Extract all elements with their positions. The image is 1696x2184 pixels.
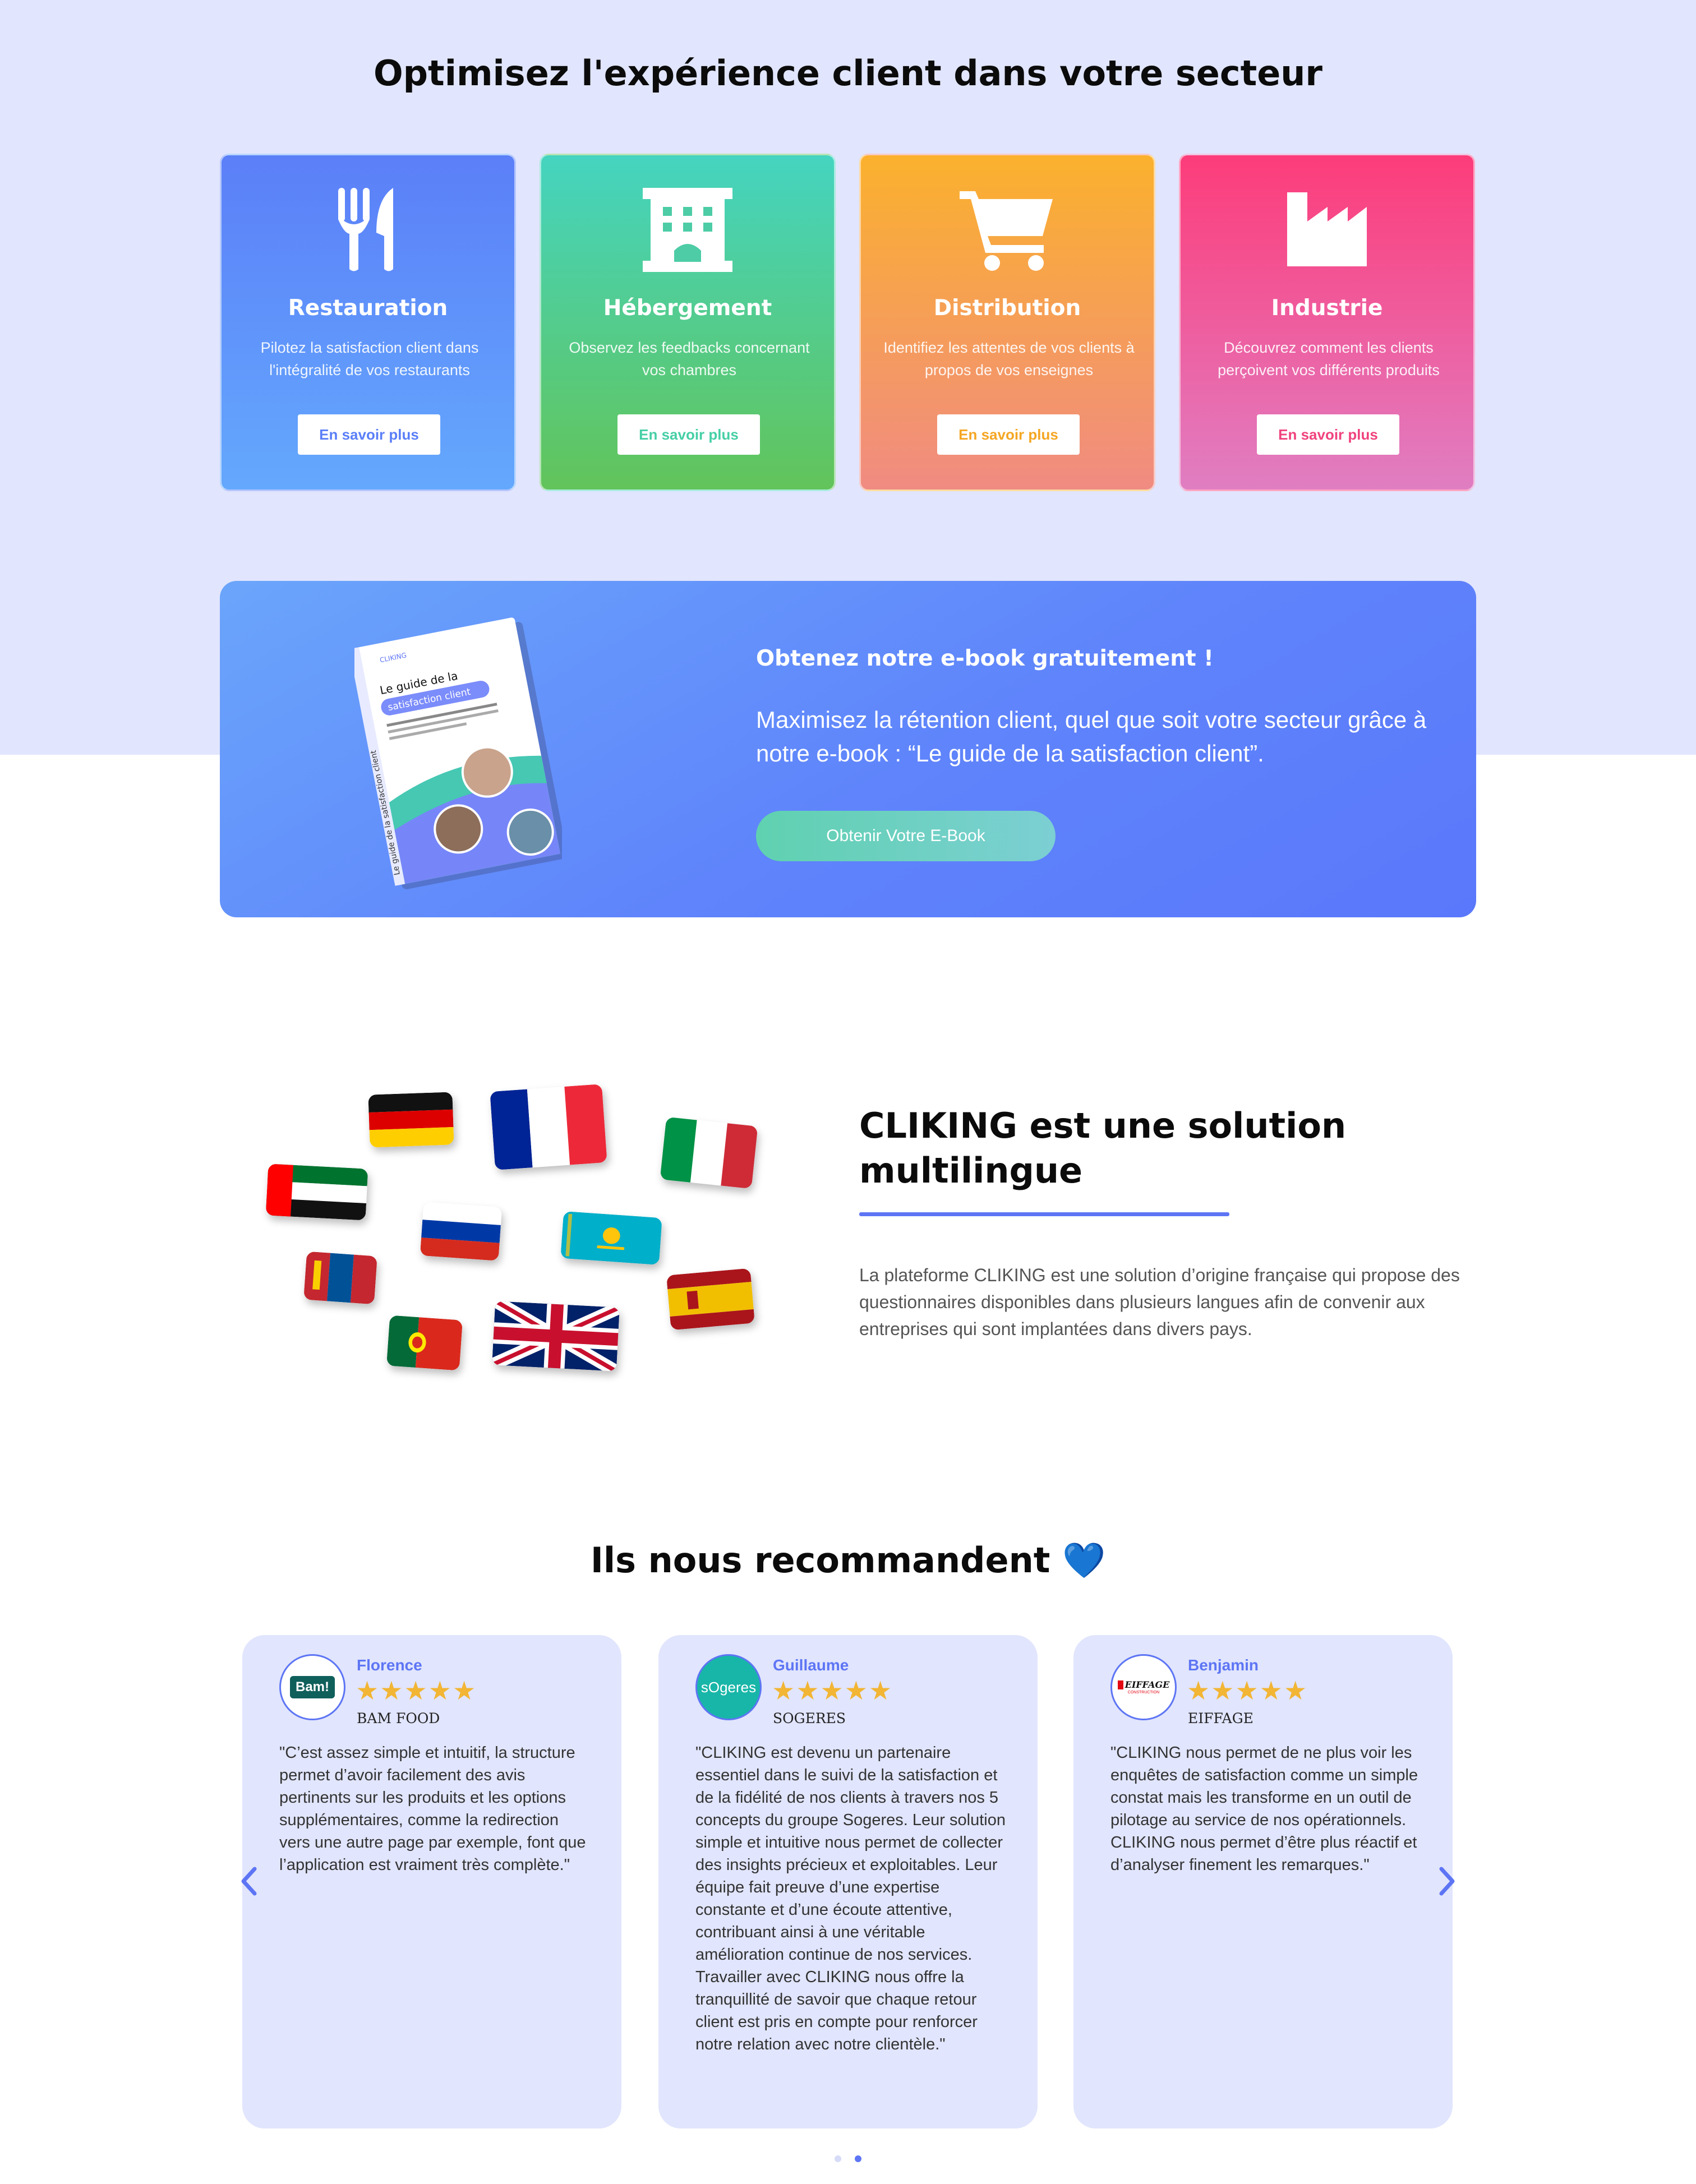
card-description: Observez les feedbacks concernant vos ch…: [569, 339, 810, 378]
sector-card-distribution[interactable]: Distribution Identifiez les attentes de …: [859, 154, 1155, 491]
flag-russia-icon: [420, 1202, 503, 1261]
reviews-title: Ils nous recommandent 💙: [0, 1540, 1696, 1581]
star-rating-icon: ★★★★★: [356, 1676, 477, 1705]
card-title: Restauration: [288, 295, 448, 321]
factory-icon: [1181, 188, 1473, 272]
title-underline: [859, 1212, 1229, 1216]
review-card: sOgeres Guillaume ★★★★★ SOGERES "CLIKING…: [658, 1635, 1038, 2128]
carousel-dot-active[interactable]: [855, 2155, 861, 2162]
hotel-icon: [541, 188, 834, 272]
blue-heart-icon: 💙: [1062, 1540, 1106, 1581]
review-card: Bam! Florence ★★★★★ BAM FOOD "C’est asse…: [242, 1635, 621, 2128]
star-rating-icon: ★★★★★: [772, 1676, 893, 1705]
flag-spain-icon: [666, 1268, 755, 1331]
flag-germany-icon: [368, 1092, 454, 1148]
page: Optimisez l'expérience client dans votre…: [0, 0, 1696, 2184]
flag-italy-icon: [660, 1116, 758, 1189]
sectors-title: Optimisez l'expérience client dans votre…: [373, 53, 1323, 94]
eiffage-logo-text: EIFFAGE: [1117, 1680, 1169, 1689]
sogeres-logo-text: sOgeres: [700, 1678, 757, 1696]
flag-portugal-icon: [386, 1315, 463, 1371]
ebook-text: Maximisez la rétention client, quel que …: [756, 707, 1427, 767]
en-savoir-plus-button[interactable]: En savoir plus: [937, 414, 1080, 455]
flag-mongolia-icon: [303, 1251, 377, 1305]
reviewer-company: SOGERES: [773, 1710, 846, 1726]
multilingual-text: La plateforme CLIKING est une solution d…: [859, 1265, 1460, 1339]
ebook-banner: CLIKING Le guide de la satisfaction clie…: [220, 581, 1476, 917]
card-title: Distribution: [933, 295, 1081, 321]
reviewer-company: BAM FOOD: [357, 1710, 440, 1726]
carousel-dot[interactable]: [835, 2155, 841, 2162]
multilingual-title: CLIKING est une solution multilingue: [859, 1105, 1347, 1191]
chevron-right-icon[interactable]: [1436, 1864, 1458, 1898]
review-quote: "C’est assez simple et intuitif, la stru…: [279, 1744, 586, 1874]
flag-uae-icon: [265, 1163, 368, 1221]
cutlery-icon: [222, 188, 514, 272]
cart-icon: [861, 188, 1154, 272]
flags-illustration: [247, 1065, 796, 1391]
card-description: Pilotez la satisfaction client dans l'in…: [260, 339, 479, 378]
flag-kazakhstan-icon: [560, 1211, 662, 1266]
review-quote: "CLIKING nous permet de ne plus voir les…: [1110, 1744, 1418, 1874]
card-description: Découvrez comment les clients perçoivent…: [1218, 339, 1440, 378]
reviewer-name: Florence: [357, 1656, 422, 1674]
sector-card-industrie[interactable]: Industrie Découvrez comment les clients …: [1179, 154, 1475, 491]
card-title: Industrie: [1271, 295, 1383, 321]
sector-card-restauration[interactable]: Restauration Pilotez la satisfaction cli…: [220, 154, 516, 491]
review-card: EIFFAGE CONSTRUCTION Benjamin ★★★★★ EIFF…: [1073, 1635, 1453, 2128]
en-savoir-plus-button[interactable]: En savoir plus: [298, 414, 440, 455]
eiffage-logo-subtext: CONSTRUCTION: [1127, 1690, 1160, 1694]
sogeres-logo: sOgeres: [695, 1654, 762, 1720]
chevron-left-icon[interactable]: [238, 1864, 260, 1898]
card-title: Hébergement: [603, 295, 772, 321]
reviewer-company: EIFFAGE: [1188, 1710, 1253, 1726]
eiffage-logo: EIFFAGE CONSTRUCTION: [1110, 1654, 1177, 1720]
flag-france-icon: [490, 1084, 607, 1170]
bam-logo-text: Bam!: [289, 1676, 335, 1698]
flag-united-kingdom-icon: [492, 1301, 620, 1372]
en-savoir-plus-button[interactable]: En savoir plus: [1257, 414, 1399, 455]
review-quote: "CLIKING est devenu un partenaire essent…: [695, 1744, 1006, 2053]
en-savoir-plus-button[interactable]: En savoir plus: [617, 414, 760, 455]
bam-food-logo: Bam!: [279, 1654, 345, 1720]
sector-card-hebergement[interactable]: Hébergement Observez les feedbacks conce…: [540, 154, 836, 491]
ebook-title: Obtenez notre e-book gratuitement !: [756, 646, 1214, 671]
reviews-title-text: Ils nous recommandent: [590, 1540, 1050, 1581]
reviewer-name: Benjamin: [1188, 1656, 1259, 1674]
get-ebook-button[interactable]: Obtenir Votre E-Book: [756, 811, 1056, 861]
star-rating-icon: ★★★★★: [1187, 1676, 1308, 1705]
reviewer-name: Guillaume: [773, 1656, 849, 1674]
card-description: Identifiez les attentes de vos clients à…: [883, 339, 1135, 378]
ebook-cover-image: CLIKING Le guide de la satisfaction clie…: [354, 617, 562, 889]
